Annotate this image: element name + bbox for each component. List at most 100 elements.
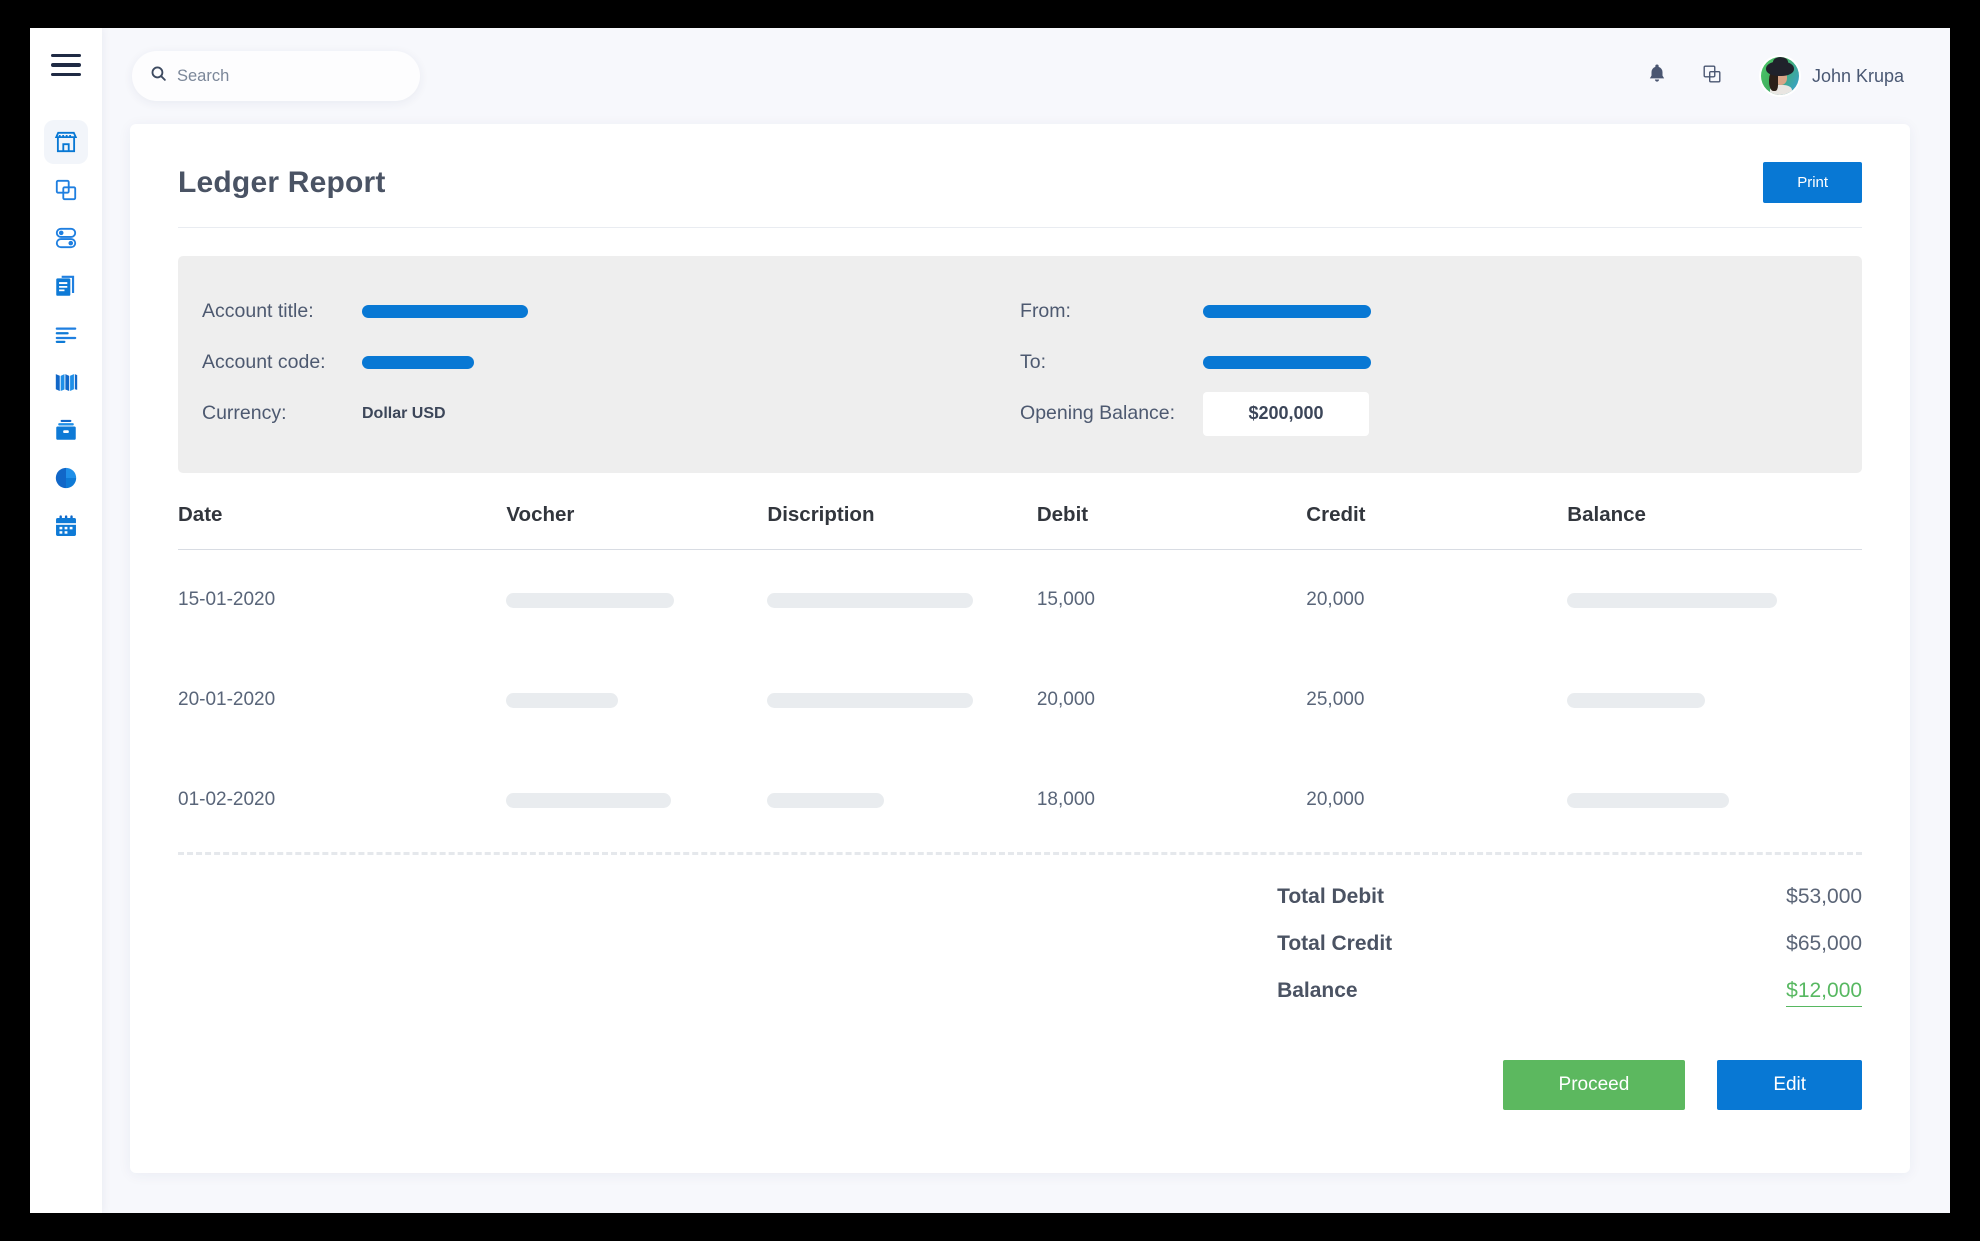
table-row[interactable]: 20-01-2020 20,000 25,000 [178, 650, 1862, 750]
balance-row: Balance $12,000 [1277, 979, 1863, 1007]
total-debit-value: $53,000 [1786, 885, 1863, 908]
from-value-bar [1203, 305, 1372, 318]
app-window: John Krupa Ledger Report Print Account t… [30, 28, 1950, 1213]
total-debit-label: Total Debit [1277, 885, 1385, 908]
cell-credit: 25,000 [1306, 689, 1365, 710]
archive-box-icon [53, 417, 79, 443]
column-header-balance[interactable]: Balance [1567, 503, 1863, 550]
placeholder-bar [767, 692, 974, 708]
cell-balance [1567, 750, 1862, 850]
total-credit-label: Total Credit [1277, 932, 1393, 955]
cell-debit: 15,000 [1036, 589, 1095, 610]
totals-section: Total Debit $53,000 Total Credit $65,000… [178, 885, 1863, 1030]
pie-chart-icon [53, 465, 79, 491]
cell-discription [767, 750, 1036, 850]
placeholder-bar [506, 792, 672, 808]
duplicate-button[interactable] [1701, 63, 1723, 90]
avatar [1760, 57, 1799, 95]
account-info-panel: Account title: Account code: Currency: D… [178, 256, 1863, 473]
opening-balance-row: Opening Balance: $200,000 [1020, 388, 1838, 439]
total-debit-row: Total Debit $53,000 [1277, 885, 1862, 909]
sidebar-item-calendar[interactable] [44, 504, 88, 548]
sidebar-item-lines[interactable] [44, 312, 88, 356]
column-header-vocher[interactable]: Vocher [506, 503, 768, 550]
edit-button[interactable]: Edit [1717, 1060, 1863, 1110]
ledger-table: Date Vocher Discription Debit Credit Bal… [178, 503, 1863, 850]
column-header-date[interactable]: Date [178, 503, 507, 550]
card-header: Ledger Report Print [178, 162, 1863, 228]
sidebar-item-storefront[interactable] [44, 120, 88, 164]
placeholder-bar [1567, 592, 1778, 608]
placeholder-bar [506, 592, 675, 608]
print-button[interactable]: Print [1763, 162, 1863, 203]
account-title-label: Account title: [202, 300, 314, 322]
placeholder-bar [767, 792, 885, 808]
cell-vocher [506, 550, 767, 651]
account-title-value-bar [362, 305, 528, 318]
hamburger-bar [51, 54, 81, 58]
store-icon [53, 129, 79, 155]
account-title-row: Account title: [202, 286, 1020, 337]
search-input[interactable] [177, 66, 402, 86]
ledger-report-card: Ledger Report Print Account title: Accou… [130, 124, 1911, 1173]
total-credit-value: $65,000 [1786, 932, 1863, 955]
cell-balance [1567, 550, 1862, 651]
cell-credit: 20,000 [1306, 789, 1365, 810]
bell-icon [1647, 63, 1667, 90]
search-bar[interactable] [132, 51, 420, 101]
toggles-icon [53, 225, 79, 251]
cell-discription [767, 550, 1036, 651]
placeholder-bar [506, 692, 619, 708]
placeholder-bar [767, 592, 974, 608]
copy-icon [53, 177, 79, 203]
user-menu[interactable]: John Krupa [1760, 57, 1904, 95]
account-info-right: From: To: Opening Balance: $200,000 [1020, 286, 1838, 439]
hamburger-bar [51, 72, 81, 76]
table-row[interactable]: 01-02-2020 18,000 20,000 [178, 750, 1862, 850]
account-info-left: Account title: Account code: Currency: D… [202, 286, 1020, 439]
currency-value: Dollar USD [362, 404, 446, 422]
opening-balance-value: $200,000 [1203, 391, 1370, 436]
notifications-button[interactable] [1647, 63, 1667, 90]
topbar: John Krupa [102, 28, 1950, 124]
from-label: From: [1020, 300, 1071, 322]
table-header: Date Vocher Discription Debit Credit Bal… [178, 503, 1863, 550]
sidebar-item-copy[interactable] [44, 168, 88, 212]
account-code-row: Account code: [202, 337, 1020, 388]
hamburger-menu-icon[interactable] [51, 54, 81, 76]
cell-date: 15-01-2020 [178, 589, 276, 610]
sidebar-item-documents[interactable] [44, 264, 88, 308]
sidebar [30, 28, 102, 1213]
sidebar-item-book[interactable] [44, 360, 88, 404]
balance-value: $12,000 [1786, 979, 1863, 1007]
text-lines-icon [53, 321, 79, 347]
to-value-bar [1203, 356, 1372, 369]
table-row[interactable]: 15-01-2020 15,000 20,000 [178, 550, 1862, 651]
column-header-discription[interactable]: Discription [767, 503, 1037, 550]
column-header-credit[interactable]: Credit [1306, 503, 1568, 550]
action-buttons: Proceed Edit [178, 1060, 1863, 1150]
open-book-icon [53, 369, 80, 396]
avatar-hat [1765, 57, 1794, 76]
placeholder-bar [1567, 692, 1706, 708]
column-header-debit[interactable]: Debit [1036, 503, 1307, 550]
cell-date: 20-01-2020 [178, 689, 276, 710]
sidebar-item-archive[interactable] [44, 408, 88, 452]
cell-vocher [506, 650, 767, 750]
account-code-value-bar [362, 356, 474, 369]
sidebar-item-toggles[interactable] [44, 216, 88, 260]
sidebar-item-analytics[interactable] [44, 456, 88, 500]
to-label: To: [1020, 351, 1047, 373]
cell-balance [1567, 650, 1862, 750]
table-header-row: Date Vocher Discription Debit Credit Bal… [178, 503, 1863, 550]
currency-label: Currency: [202, 402, 287, 424]
hamburger-bar [51, 63, 81, 67]
account-code-label: Account code: [202, 351, 326, 373]
to-row: To: [1020, 337, 1838, 388]
cell-discription [767, 650, 1036, 750]
placeholder-bar [1567, 792, 1730, 808]
proceed-button[interactable]: Proceed [1502, 1060, 1686, 1110]
cell-date: 01-02-2020 [178, 789, 276, 810]
cell-debit: 20,000 [1036, 689, 1095, 710]
document-copy-icon [53, 273, 79, 299]
